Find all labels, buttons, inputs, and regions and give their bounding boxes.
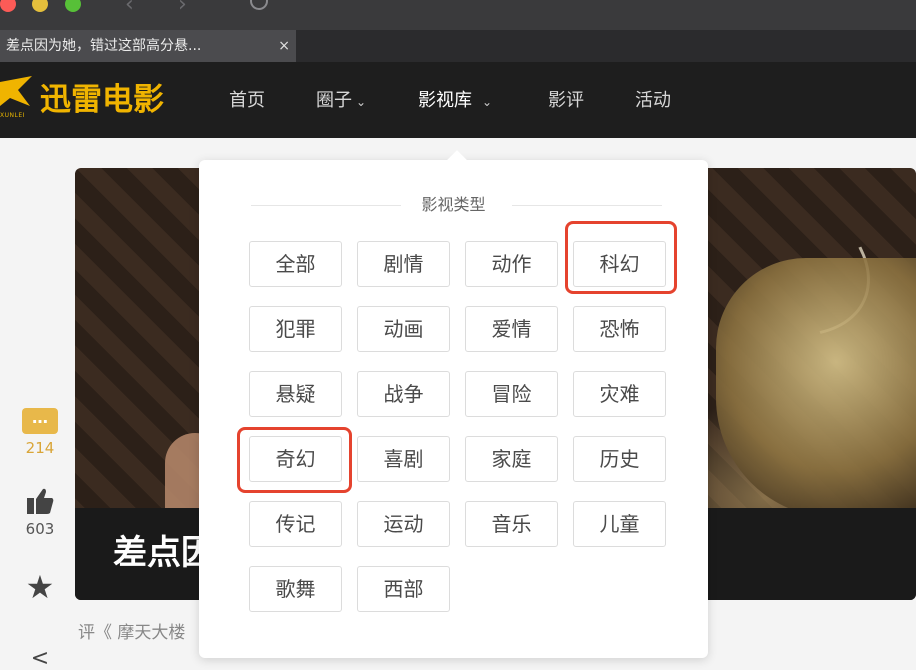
tab-title: 差点因为她，错过这部高分悬... [6,38,202,54]
genre-horror[interactable]: 恐怖 [573,306,666,352]
genre-section-title: 影视类型 [421,195,486,214]
like-action[interactable]: 603 [20,486,60,538]
review-subject: 评《 摩天大楼 [78,623,186,643]
browser-tab[interactable]: 差点因为她，错过这部高分悬... × [0,30,296,62]
site-header: XUNLEI 迅雷电影 首页 圈子 ⌄ 影视库 ⌄ 影评 活动 [0,62,916,138]
tab-close-icon[interactable]: × [278,30,290,62]
genre-action[interactable]: 动作 [465,241,558,287]
back-arrow-icon[interactable]: ‹ [125,0,134,16]
reload-icon[interactable] [250,0,268,10]
forward-arrow-icon[interactable]: › [178,0,187,16]
nav-home[interactable]: 首页 [229,89,265,113]
nav-home-label: 首页 [229,90,265,111]
like-count: 603 [25,520,55,538]
nav-library[interactable]: 影视库 ⌄ [418,89,492,114]
zoom-window-button[interactable] [65,0,81,12]
logo-bird-icon [0,76,32,106]
genre-family[interactable]: 家庭 [465,436,558,482]
genre-mystery[interactable]: 悬疑 [249,371,342,417]
genre-children[interactable]: 儿童 [573,501,666,547]
genre-all[interactable]: 全部 [249,241,342,287]
site-logo[interactable]: 迅雷电影 [40,82,164,118]
chevron-down-icon: ⌄ [482,95,493,109]
genre-animation[interactable]: 动画 [357,306,450,352]
genre-crime[interactable]: 犯罪 [249,306,342,352]
scifi-highlight-box [565,221,677,294]
genre-western[interactable]: 西部 [357,566,450,612]
share-icon: < [30,646,50,670]
logo-subtext: XUNLEI [0,112,25,119]
comment-bubble-icon: … [22,408,58,434]
close-window-button[interactable] [0,0,16,12]
genre-musical[interactable]: 歌舞 [249,566,342,612]
genre-drama[interactable]: 剧情 [357,241,450,287]
nav-events[interactable]: 活动 [635,89,671,113]
genre-sports[interactable]: 运动 [357,501,450,547]
star-icon: ★ [25,568,55,606]
genre-disaster[interactable]: 灾难 [573,371,666,417]
comment-action[interactable]: … 214 [20,408,60,457]
favorite-action[interactable]: ★ [20,570,60,604]
genre-biography[interactable]: 传记 [249,501,342,547]
thumbs-up-icon [27,488,54,514]
tab-bar: 差点因为她，错过这部高分悬... × [0,30,916,62]
nav-reviews-label: 影评 [548,90,584,111]
genre-romance[interactable]: 爱情 [465,306,558,352]
dropdown-caret [447,150,467,170]
nav-circles[interactable]: 圈子 ⌄ [316,89,366,114]
hero-figure-detail [716,258,916,518]
genre-comedy[interactable]: 喜剧 [357,436,450,482]
genre-war[interactable]: 战争 [357,371,450,417]
nav-reviews[interactable]: 影评 [548,89,584,113]
window-titlebar: ‹ › [0,0,916,30]
comment-count: 214 [25,439,55,457]
fantasy-highlight-box [237,427,352,493]
nav-events-label: 活动 [635,90,671,111]
film-library-dropdown: 影视类型 全部 剧情 动作 科幻 犯罪 动画 爱情 恐怖 悬疑 战争 冒险 灾难… [199,150,708,658]
genre-music[interactable]: 音乐 [465,501,558,547]
nav-circles-label: 圈子 [316,90,352,111]
share-action[interactable]: < [20,646,60,670]
minimize-window-button[interactable] [32,0,48,12]
genre-adventure[interactable]: 冒险 [465,371,558,417]
genre-history[interactable]: 历史 [573,436,666,482]
chevron-down-icon: ⌄ [356,95,367,109]
nav-library-label: 影视库 [418,90,472,111]
